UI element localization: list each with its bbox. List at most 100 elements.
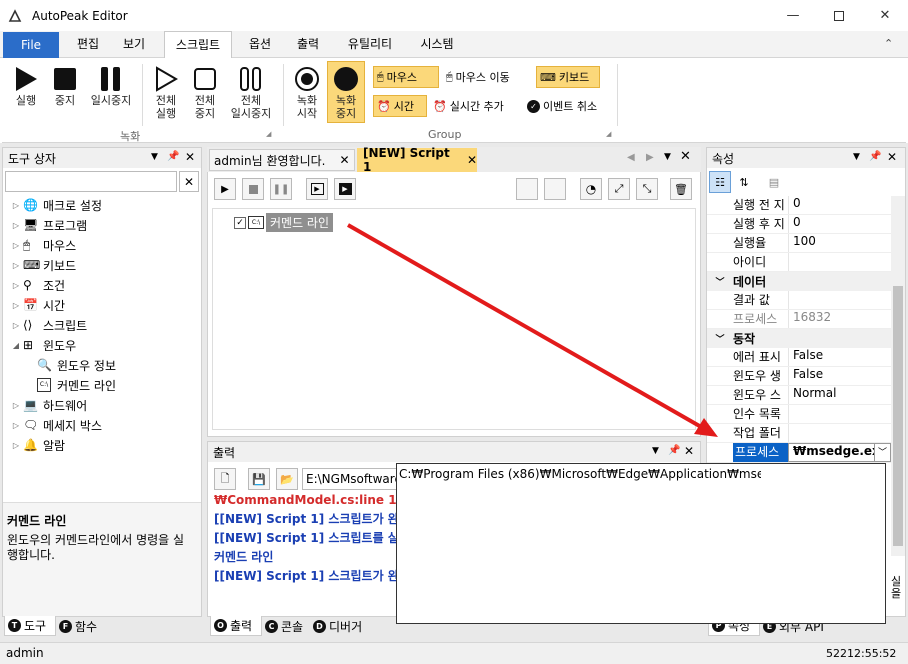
expand-icon[interactable]: ▷ — [9, 401, 23, 410]
menu-edit[interactable]: 편집 — [68, 31, 108, 58]
categorized-button[interactable]: ☷ — [709, 171, 731, 193]
close-panel-icon[interactable]: ✕ — [684, 444, 694, 458]
record-start-button[interactable]: 녹화 시작 — [290, 64, 324, 124]
expand-icon[interactable]: ▷ — [9, 201, 23, 210]
prop-value[interactable] — [788, 424, 891, 442]
prop-row[interactable]: 윈도우 생 False — [707, 367, 891, 386]
menu-utility[interactable]: 유틸리티 — [338, 31, 402, 58]
process-path-textbox[interactable]: C:₩Program Files (x86)₩Microsoft₩Edge₩Ap… — [397, 464, 761, 484]
prop-row[interactable]: 실행 후 지0 — [707, 215, 891, 234]
prop-row[interactable]: 인수 목록 — [707, 405, 891, 424]
pin-icon[interactable]: 📌 — [668, 445, 680, 456]
prop-row[interactable]: 아이디 — [707, 253, 891, 272]
prop-value[interactable]: 16832 — [788, 310, 891, 328]
close-icon[interactable]: ✕ — [339, 153, 349, 167]
doc-stop-button[interactable] — [242, 178, 264, 200]
prop-row-selected[interactable]: 프로세스 ₩msedge.exe ﹀ — [707, 443, 891, 463]
tree-item-window[interactable]: ◢ ⊞ 윈도우 — [9, 335, 199, 355]
pin-icon[interactable]: 📌 — [869, 151, 881, 162]
prop-row[interactable]: 프로세스 16832 — [707, 310, 891, 329]
tab-scroll-left-icon[interactable]: ◀ — [627, 152, 635, 163]
expand-icon[interactable]: ▷ — [9, 221, 23, 230]
prop-value[interactable]: False — [788, 367, 891, 385]
expand-icon[interactable]: ▷ — [9, 261, 23, 270]
menu-system[interactable]: 시스템 — [410, 31, 464, 58]
tab-functions[interactable]: F 함수 — [56, 616, 104, 636]
doc-step-over-button[interactable]: ▶ — [334, 178, 356, 200]
run-all-button[interactable]: 전체 실행 — [148, 64, 184, 124]
tab-script-1[interactable]: [NEW] Script 1 ✕ — [357, 146, 477, 174]
tree-item-window-info[interactable]: 🔍 윈도우 정보 — [9, 355, 199, 375]
stop-all-button[interactable]: 전체 중지 — [188, 64, 222, 124]
dialog-launcher-icon[interactable]: ◢ — [606, 130, 611, 138]
doc-step-button[interactable]: ▶ — [306, 178, 328, 200]
tree-item-message-box[interactable]: ▷ 🗨 메세지 박스 — [9, 415, 199, 435]
tab-output[interactable]: O 출력 — [210, 616, 262, 636]
script-node-command-line[interactable]: ✓ C:\ 커멘드 라인 — [234, 213, 334, 232]
tree-item-macro-settings[interactable]: ▷ 🌐 매크로 설정 — [9, 195, 199, 215]
expand-icon[interactable]: ▷ — [9, 321, 23, 330]
output-save-button[interactable]: 💾 — [248, 468, 270, 490]
checkbox-checked-icon[interactable]: ✓ — [234, 216, 246, 229]
expand-icon[interactable]: ▷ — [9, 441, 23, 450]
dropdown-icon[interactable]: ▼ — [151, 152, 158, 162]
doc-blank-button-2[interactable] — [544, 178, 566, 200]
tree-item-hardware[interactable]: ▷ 💻 하드웨어 — [9, 395, 199, 415]
event-cancel-button[interactable]: ✓ 이벤트 취소 — [524, 95, 614, 117]
menu-file[interactable]: File — [3, 32, 59, 58]
close-panel-icon[interactable]: ✕ — [185, 150, 195, 164]
prop-row[interactable]: 실행 전 지0 — [707, 196, 891, 215]
tree-item-time[interactable]: ▷ 📅 시간 — [9, 295, 199, 315]
output-path-field[interactable]: E:\NGMsoftware — [302, 468, 402, 490]
close-document-icon[interactable]: ✕ — [680, 149, 691, 164]
output-open-folder-button[interactable]: 📂 — [276, 468, 298, 490]
prop-value[interactable] — [788, 291, 891, 309]
prop-row[interactable]: 작업 폴더 — [707, 424, 891, 443]
pin-icon[interactable]: 📌 — [167, 151, 179, 162]
menu-output[interactable]: 출력 — [288, 31, 328, 58]
process-path-input[interactable]: ₩msedge.exe — [788, 443, 875, 462]
chevron-down-icon[interactable]: ﹀ — [707, 275, 733, 288]
dropdown-icon[interactable]: ▼ — [652, 446, 659, 456]
properties-scrollbar[interactable] — [891, 196, 905, 556]
prop-row[interactable]: 윈도우 스 Normal — [707, 386, 891, 405]
dialog-launcher-icon[interactable]: ◢ — [266, 130, 271, 138]
tree-item-mouse[interactable]: ▷ 🖱 마우스 — [9, 235, 199, 255]
prop-category-action[interactable]: ﹀ 동작 — [707, 329, 891, 348]
close-panel-icon[interactable]: ✕ — [887, 150, 897, 164]
prop-value[interactable]: False — [788, 348, 891, 366]
scrollbar-thumb[interactable] — [893, 286, 903, 546]
prop-category-data[interactable]: ﹀ 데이터 — [707, 272, 891, 291]
doc-pause-button[interactable]: ❚❚ — [270, 178, 292, 200]
clear-search-button[interactable]: ✕ — [179, 171, 199, 192]
prop-row[interactable]: 실행율 100 — [707, 234, 891, 253]
prop-row[interactable]: 에러 표시 False — [707, 348, 891, 367]
minimize-button[interactable]: — — [770, 0, 816, 31]
pause-button[interactable]: 일시중지 — [86, 64, 136, 120]
prop-row[interactable]: 결과 값 — [707, 291, 891, 310]
record-stop-button[interactable]: 녹화 중지 — [327, 61, 365, 123]
maximize-button[interactable] — [816, 0, 862, 31]
menu-script[interactable]: 스크립트 — [164, 31, 232, 59]
expand-icon[interactable]: ▷ — [9, 281, 23, 290]
collapse-ribbon-icon[interactable]: ⌃ — [884, 37, 893, 50]
mouse-toggle[interactable]: 🖱 마우스 — [373, 66, 439, 88]
chevron-down-icon[interactable]: ﹀ — [707, 332, 733, 345]
time-toggle[interactable]: ⏰ 시간 — [373, 95, 427, 117]
prop-value[interactable]: 0 — [788, 196, 891, 214]
tree-item-command-line[interactable]: C:\ 커멘드 라인 — [9, 375, 199, 395]
expand-icon[interactable]: ▷ — [9, 301, 23, 310]
tab-console[interactable]: C 콘솔 — [262, 616, 310, 636]
tab-debugger[interactable]: D 디버거 — [310, 616, 372, 636]
doc-run-button[interactable]: ▶ — [214, 178, 236, 200]
doc-timer-button[interactable]: ◔ — [580, 178, 602, 200]
expand-icon[interactable]: ▷ — [9, 421, 23, 430]
expand-icon[interactable]: ▷ — [9, 241, 23, 250]
stop-button[interactable]: 중지 — [48, 64, 82, 120]
tree-item-condition[interactable]: ▷ ⚲ 조건 — [9, 275, 199, 295]
chevron-down-icon[interactable]: ﹀ — [875, 443, 891, 462]
keyboard-toggle[interactable]: ⌨ 키보드 — [536, 66, 600, 88]
tab-list-icon[interactable]: ▼ — [664, 152, 671, 162]
doc-delete-button[interactable]: 🗑 — [670, 178, 692, 200]
prop-value[interactable]: 100 — [788, 234, 891, 252]
